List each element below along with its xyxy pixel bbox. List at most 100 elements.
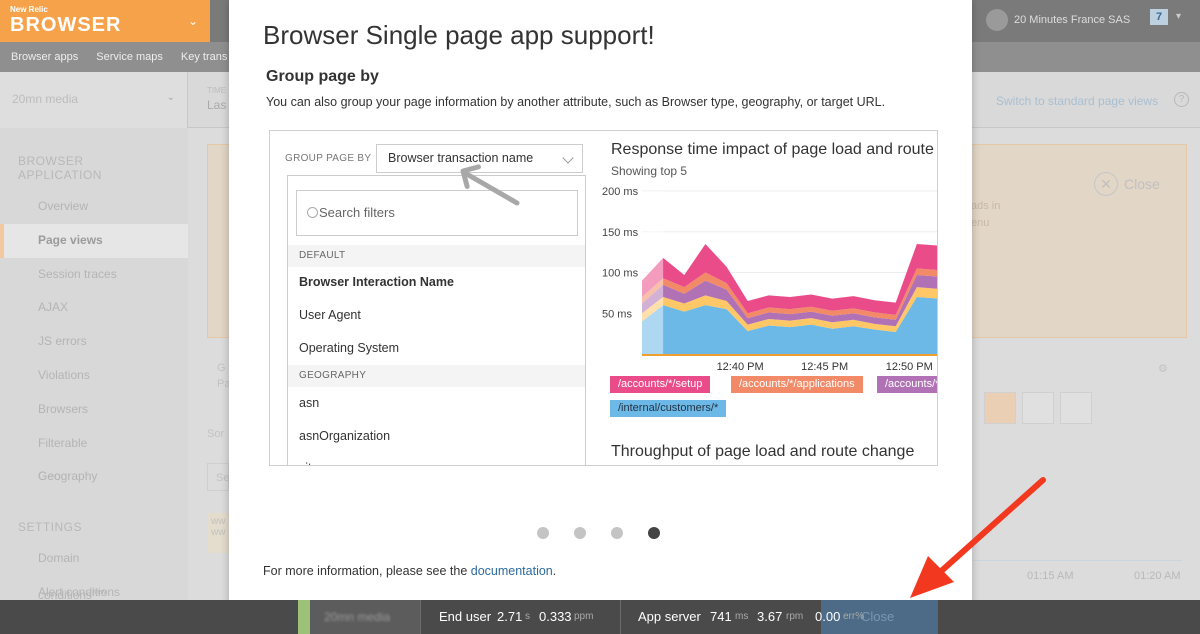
background-row: ww ww bbox=[207, 513, 229, 553]
carousel-dot[interactable] bbox=[537, 527, 549, 539]
account-name: 20 Minutes France SAS bbox=[1014, 14, 1131, 26]
promo-close-label: Close bbox=[1124, 176, 1160, 192]
chevron-down-icon: ⌄ bbox=[166, 92, 175, 103]
health-indicator bbox=[298, 600, 310, 634]
carousel-pagination bbox=[537, 527, 660, 539]
switch-standard-views-link[interactable]: Switch to standard page views bbox=[996, 94, 1158, 108]
background-text: G bbox=[217, 362, 226, 374]
divider bbox=[620, 600, 621, 634]
avatar bbox=[986, 9, 1008, 31]
pointer-arrow-icon bbox=[460, 164, 520, 206]
sidebar-item-filterable-geography[interactable]: Filterable Geography bbox=[0, 427, 188, 484]
dropdown-group-geography: GEOGRAPHY bbox=[288, 365, 585, 387]
carousel-dot-active[interactable] bbox=[648, 527, 660, 539]
time-picker-value[interactable]: Las bbox=[207, 98, 226, 112]
x-tick-label: 12:50 PM bbox=[886, 361, 933, 373]
sidebar-item-domain-conditions[interactable]: Domain conditionsNew bbox=[0, 542, 188, 602]
end-user-label: End user bbox=[439, 609, 492, 624]
area-chart-icon[interactable] bbox=[984, 392, 1016, 424]
dropdown-item[interactable]: asn bbox=[299, 396, 319, 410]
sidebar-item-ajax[interactable]: AJAX bbox=[0, 291, 188, 325]
settings-icon[interactable]: ⚙ bbox=[1158, 362, 1168, 375]
response-time-chart: 50 ms 100 ms 150 ms 200 ms 12:40 PM 12:45 PM 1… bbox=[602, 186, 937, 373]
sidebar: BROWSER APPLICATION Overview Page views … bbox=[0, 128, 188, 602]
end-user-throughput: 0.333 bbox=[539, 609, 572, 624]
legend-item: /accounts/* bbox=[877, 376, 937, 393]
app-server-response-time: 741 bbox=[710, 609, 732, 624]
status-bar: 20mn media End user 2.71 s 0.333 ppm App… bbox=[0, 600, 1200, 634]
app-server-error-rate: 0.00 bbox=[815, 609, 841, 624]
legend-item: /accounts/*/setup bbox=[610, 376, 711, 393]
footer-prefix: For more information, please see the bbox=[263, 564, 471, 578]
app-server-label: App server bbox=[638, 609, 701, 624]
chart-subtitle: Showing top 5 bbox=[611, 164, 688, 178]
app-selector[interactable]: 20mn media ⌄ bbox=[0, 72, 188, 128]
account-menu[interactable]: 20 Minutes France SAS bbox=[986, 9, 1130, 31]
subnav-browser-apps[interactable]: Browser apps bbox=[11, 51, 78, 63]
end-user-response-time: 2.71 bbox=[497, 609, 523, 624]
histogram-icon[interactable] bbox=[1060, 392, 1092, 424]
documentation-link[interactable]: documentation bbox=[471, 564, 553, 578]
subnav-key-transactions[interactable]: Key trans bbox=[181, 51, 227, 63]
bar-chart-icon[interactable] bbox=[1022, 392, 1054, 424]
subnav-service-maps[interactable]: Service maps bbox=[96, 51, 163, 63]
sidebar-item-violations[interactable]: Violations bbox=[0, 359, 188, 393]
time-picker-label: TIME bbox=[207, 86, 227, 95]
chart-title: Response time impact of page load and ro… bbox=[611, 141, 937, 158]
sidebar-item-js-errors[interactable]: JS errors bbox=[0, 325, 188, 359]
chart-type-toggle bbox=[984, 392, 1092, 424]
background-chart-line bbox=[972, 560, 1182, 561]
chevron-down-icon[interactable]: ▾ bbox=[1176, 11, 1181, 22]
dropdown-item[interactable]: city bbox=[299, 461, 318, 465]
chevron-down-icon[interactable]: ⌄ bbox=[188, 14, 198, 28]
end-user-throughput-unit: ppm bbox=[574, 611, 594, 622]
brand-company: New Relic bbox=[10, 5, 48, 14]
help-icon[interactable]: ? bbox=[1174, 92, 1189, 107]
sidebar-item-session-traces[interactable]: Session traces bbox=[0, 258, 188, 292]
status-app-name: 20mn media bbox=[324, 610, 391, 624]
selected-app-name: 20mn media bbox=[12, 92, 79, 106]
modal-subtitle: Group page by bbox=[266, 68, 379, 85]
notification-badge[interactable]: 7 bbox=[1150, 9, 1168, 25]
carousel-dot[interactable] bbox=[574, 527, 586, 539]
carousel-dot[interactable] bbox=[611, 527, 623, 539]
end-user-response-unit: s bbox=[525, 611, 530, 622]
throughput-chart-title: Throughput of page load and route change bbox=[611, 443, 915, 460]
dropdown-item[interactable]: User Agent bbox=[299, 308, 361, 322]
legend-item: /accounts/*/applications bbox=[731, 376, 863, 393]
y-tick-label: 200 ms bbox=[602, 186, 639, 198]
modal-footer-text: For more information, please see the doc… bbox=[263, 564, 556, 578]
sidebar-heading-settings: SETTINGS bbox=[18, 520, 83, 535]
brand-logo[interactable]: New Relic BROWSER ⌄ bbox=[0, 0, 210, 42]
promo-close-button[interactable]: ✕ Close bbox=[1094, 172, 1160, 196]
y-tick-label: 150 ms bbox=[602, 227, 639, 239]
app-server-throughput-unit: rpm bbox=[786, 611, 804, 622]
sidebar-item-browsers[interactable]: Browsers bbox=[0, 393, 188, 427]
legend-item: /internal/customers/* bbox=[610, 400, 727, 417]
search-icon bbox=[307, 207, 318, 218]
divider bbox=[420, 600, 421, 634]
modal-title: Browser Single page app support! bbox=[263, 20, 655, 50]
sidebar-item-page-views[interactable]: Page views bbox=[0, 223, 188, 258]
group-by-dropdown: DEFAULT Browser Interaction Name User Ag… bbox=[287, 175, 586, 465]
app-server-error-unit: err% bbox=[843, 611, 865, 622]
group-page-by-label: GROUP PAGE BY bbox=[285, 153, 372, 164]
background-search-field[interactable]: Se bbox=[207, 463, 229, 491]
sidebar-heading-app: BROWSER APPLICATION bbox=[18, 154, 102, 182]
dropdown-item[interactable]: Operating System bbox=[299, 341, 399, 355]
dropdown-item[interactable]: Browser Interaction Name bbox=[299, 275, 454, 289]
brand-product: BROWSER bbox=[10, 14, 122, 36]
background-text: ww bbox=[211, 527, 226, 538]
time-tick: 01:20 AM bbox=[1134, 570, 1181, 582]
dropdown-item[interactable]: asnOrganization bbox=[299, 429, 390, 443]
close-icon: ✕ bbox=[1094, 172, 1118, 196]
promo-text: ads in bbox=[971, 200, 1001, 212]
status-app[interactable]: 20mn media bbox=[310, 600, 420, 634]
y-tick-label: 100 ms bbox=[602, 268, 639, 280]
footer-suffix: . bbox=[552, 564, 557, 578]
sidebar-item-overview[interactable]: Overview bbox=[0, 190, 188, 224]
app-server-throughput: 3.67 bbox=[757, 609, 783, 624]
dropdown-group-default: DEFAULT bbox=[288, 245, 585, 267]
x-tick-label: 12:45 PM bbox=[801, 361, 848, 373]
feature-screenshot: GROUP PAGE BY Browser transaction name D… bbox=[269, 130, 938, 466]
